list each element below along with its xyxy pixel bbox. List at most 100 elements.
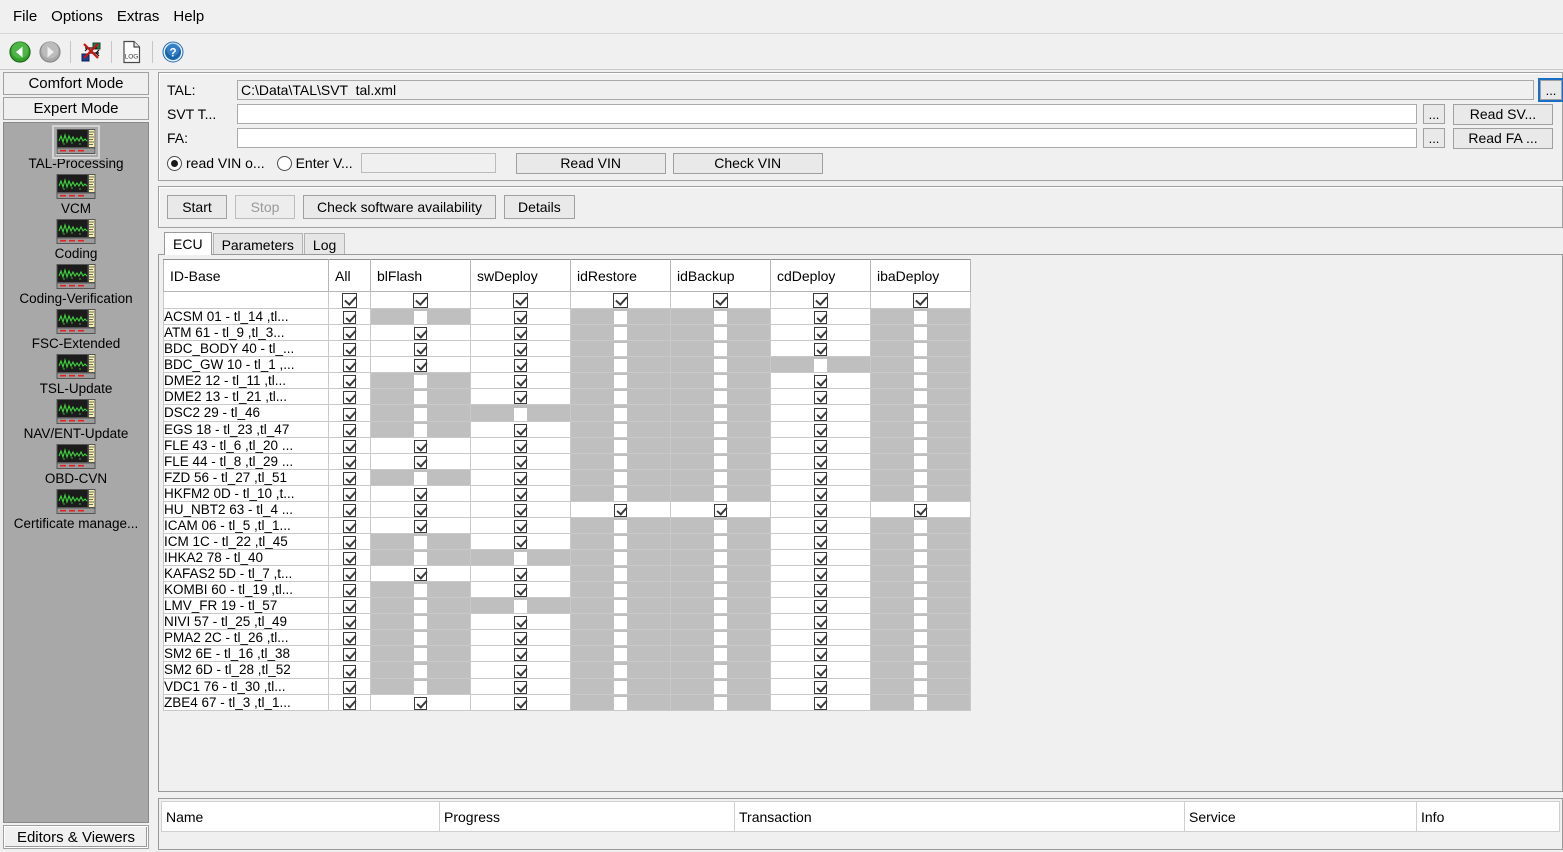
- read-vin-radio[interactable]: [167, 155, 182, 171]
- checkbox-checked[interactable]: [343, 343, 356, 357]
- cell-cdDeploy[interactable]: [770, 516, 871, 534]
- table-row[interactable]: DME2 13 - tl_21 ,tl...: [163, 388, 971, 406]
- checkbox-checked[interactable]: [414, 359, 427, 373]
- checkbox-checked[interactable]: [514, 584, 527, 598]
- checkbox-checked[interactable]: [343, 584, 356, 598]
- checkbox-checked[interactable]: [514, 439, 527, 453]
- table-row[interactable]: NIVI 57 - tl_25 ,tl_49: [163, 613, 971, 631]
- read-fa-button[interactable]: Read FA ...: [1453, 127, 1553, 149]
- cell-swDeploy[interactable]: [470, 372, 571, 390]
- read-svt-button[interactable]: Read SV...: [1453, 103, 1553, 125]
- checkbox-checked[interactable]: [343, 680, 356, 694]
- checkbox-checked[interactable]: [614, 503, 627, 517]
- cell-cdDeploy[interactable]: [770, 548, 871, 567]
- status-column-name[interactable]: Name: [161, 801, 440, 832]
- cell-swDeploy[interactable]: [470, 388, 571, 406]
- sidebar-item-tsl-update[interactable]: TSL-Update: [4, 354, 148, 397]
- tab-log[interactable]: Log: [303, 233, 346, 255]
- checkbox-checked[interactable]: [814, 407, 827, 421]
- sidebar-item-vcm[interactable]: VCM: [4, 174, 148, 217]
- checkbox-checked[interactable]: [343, 696, 356, 710]
- cell-All[interactable]: [328, 645, 371, 663]
- editors-viewers-button[interactable]: Editors & Viewers: [3, 825, 149, 849]
- cell-cdDeploy[interactable]: [770, 500, 871, 518]
- cell-swDeploy[interactable]: [470, 340, 571, 358]
- cell-swDeploy[interactable]: [470, 693, 571, 711]
- table-row[interactable]: SM2 6E - tl_16 ,tl_38: [163, 645, 971, 663]
- checkbox-checked[interactable]: [714, 503, 727, 517]
- tal-browse-button[interactable]: ...: [1538, 78, 1563, 102]
- vin-input[interactable]: [360, 153, 496, 173]
- table-row[interactable]: FLE 43 - tl_6 ,tl_20 ...: [163, 436, 971, 454]
- checkbox-checked[interactable]: [343, 471, 356, 485]
- checkbox-checked[interactable]: [414, 455, 427, 469]
- cell-cdDeploy[interactable]: [770, 340, 871, 358]
- checkbox-checked[interactable]: [514, 648, 527, 662]
- checkbox-checked[interactable]: [814, 327, 827, 341]
- cell-All[interactable]: [328, 356, 371, 374]
- table-row[interactable]: IHKA2 78 - tl_40: [163, 548, 971, 567]
- table-row[interactable]: ZBE4 67 - tl_3 ,tl_1...: [163, 693, 971, 711]
- cell-cdDeploy[interactable]: [770, 693, 871, 711]
- checkbox-checked[interactable]: [814, 696, 827, 710]
- cell-cdDeploy[interactable]: [770, 532, 871, 551]
- cell-cdDeploy[interactable]: [770, 661, 871, 679]
- checkbox-checked[interactable]: [343, 600, 356, 614]
- checkbox-checked[interactable]: [914, 503, 927, 517]
- cell-All[interactable]: [328, 661, 371, 679]
- checkbox-checked[interactable]: [814, 536, 827, 549]
- cell-All[interactable]: [328, 565, 371, 583]
- checkbox-checked[interactable]: [514, 375, 527, 389]
- sidebar-item-tal-processing[interactable]: TAL-Processing: [4, 125, 148, 172]
- filter-checkbox-idBackup[interactable]: [670, 290, 771, 310]
- checkbox-checked[interactable]: [514, 616, 527, 630]
- checkbox-checked[interactable]: [343, 648, 356, 662]
- cell-cdDeploy[interactable]: [770, 484, 871, 502]
- start-button[interactable]: Start: [167, 195, 227, 219]
- checkbox-checked[interactable]: [514, 503, 527, 517]
- table-row[interactable]: DSC2 29 - tl_46: [163, 404, 971, 422]
- cell-All[interactable]: [328, 484, 371, 502]
- checkbox-checked[interactable]: [343, 407, 356, 421]
- filter-checkbox-blFlash[interactable]: [370, 290, 471, 310]
- cell-cdDeploy[interactable]: [770, 308, 871, 326]
- cell-swDeploy[interactable]: [470, 308, 571, 326]
- filter-checkbox-cdDeploy[interactable]: [770, 290, 871, 310]
- cell-All[interactable]: [328, 629, 371, 647]
- checkbox-checked[interactable]: [413, 293, 428, 309]
- cell-blFlash[interactable]: [370, 484, 471, 502]
- cell-cdDeploy[interactable]: [770, 372, 871, 390]
- cell-cdDeploy[interactable]: [770, 613, 871, 631]
- sidebar-item-nav-ent-update[interactable]: NAV/ENT-Update: [4, 399, 148, 442]
- cell-All[interactable]: [328, 532, 371, 551]
- cell-swDeploy[interactable]: [470, 677, 571, 695]
- table-row[interactable]: KOMBI 60 - tl_19 ,tl...: [163, 581, 971, 599]
- cell-All[interactable]: [328, 452, 371, 470]
- cell-swDeploy[interactable]: [470, 613, 571, 631]
- checkbox-checked[interactable]: [814, 664, 827, 678]
- checkbox-checked[interactable]: [814, 584, 827, 598]
- cell-swDeploy[interactable]: [470, 500, 571, 518]
- checkbox-checked[interactable]: [814, 391, 827, 405]
- log-document-icon[interactable]: LOG: [117, 37, 147, 67]
- table-row[interactable]: FZD 56 - tl_27 ,tl_51: [163, 468, 971, 486]
- cell-swDeploy[interactable]: [470, 324, 571, 342]
- cell-All[interactable]: [328, 581, 371, 599]
- checkbox-checked[interactable]: [814, 423, 827, 437]
- checkbox-checked[interactable]: [814, 632, 827, 646]
- tal-path-input[interactable]: [237, 80, 1534, 100]
- cell-cdDeploy[interactable]: [770, 420, 871, 438]
- checkbox-checked[interactable]: [414, 343, 427, 357]
- table-row[interactable]: PMA2 2C - tl_26 ,tl...: [163, 629, 971, 647]
- cell-blFlash[interactable]: [370, 452, 471, 470]
- cell-All[interactable]: [328, 597, 371, 615]
- sidebar-item-obd-cvn[interactable]: OBD-CVN: [4, 444, 148, 487]
- checkbox-checked[interactable]: [814, 568, 827, 582]
- cell-All[interactable]: [328, 468, 371, 486]
- forward-icon[interactable]: [35, 37, 65, 67]
- table-row[interactable]: VDC1 76 - tl_30 ,tl...: [163, 677, 971, 695]
- details-button[interactable]: Details: [503, 195, 575, 219]
- sidebar-item-fsc-extended[interactable]: FSC-Extended: [4, 309, 148, 352]
- checkbox-checked[interactable]: [814, 519, 827, 533]
- status-column-service[interactable]: Service: [1184, 801, 1417, 832]
